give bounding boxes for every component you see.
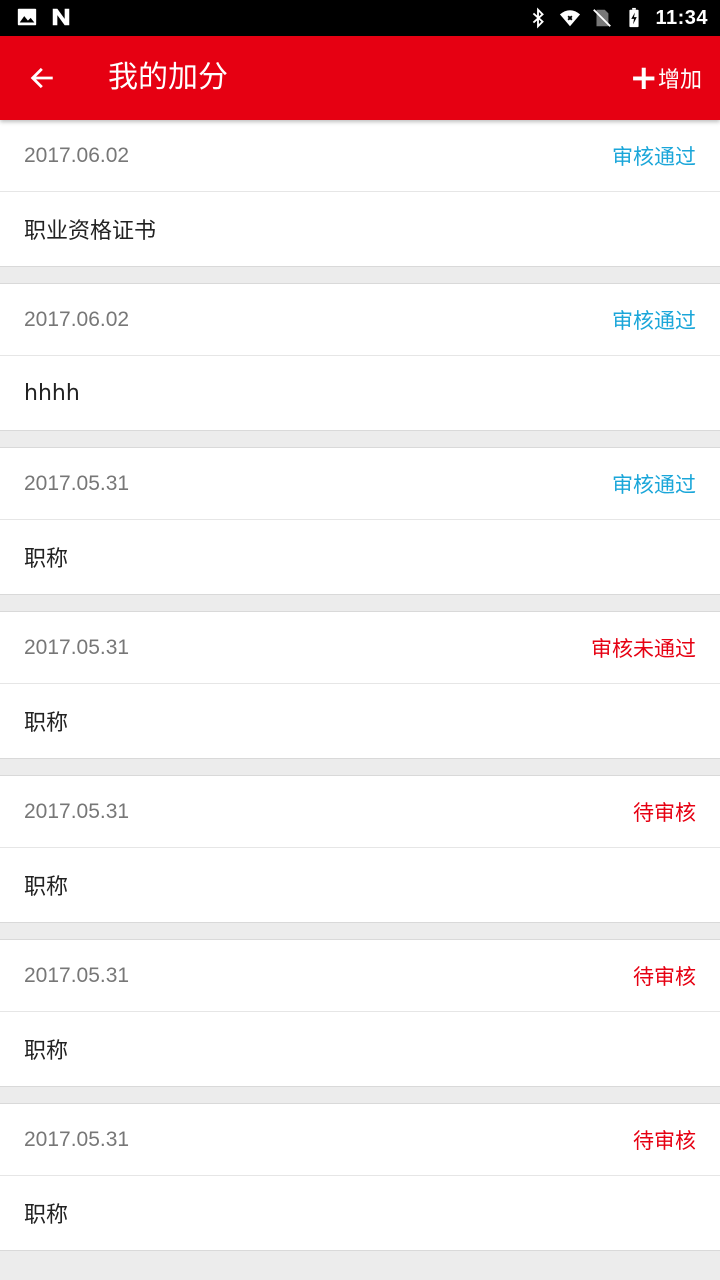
record-title: 职称 [24,547,69,572]
record-title: 职称 [24,875,69,900]
record-title: 职称 [24,1203,69,1228]
record-date: 2017.05.31 [24,1127,130,1151]
battery-charging-icon [629,7,640,28]
record-card[interactable]: 2017.05.31 审核通过 职称 [0,447,720,595]
record-status: 审核通过 [612,308,696,333]
status-bar-left [16,6,72,28]
status-bar-right: 11:34 [527,4,708,32]
record-status: 审核通过 [612,144,696,169]
image-icon [17,8,37,26]
record-header: 2017.05.31 审核未通过 [0,612,720,684]
record-header: 2017.05.31 审核通过 [0,448,720,520]
status-bar: 11:34 [0,0,720,36]
add-button-label: 增加 [657,68,702,93]
record-status: 审核通过 [612,472,696,497]
app-bar: 我的加分 + 增加 [0,36,720,120]
record-card[interactable]: 2017.06.02 审核通过 职业资格证书 [0,120,720,267]
record-header: 2017.06.02 审核通过 [0,120,720,192]
record-status: 待审核 [633,964,696,989]
plus-icon: + [629,58,658,98]
record-card[interactable]: 2017.05.31 待审核 职称 [0,775,720,923]
record-card[interactable]: 2017.05.31 待审核 职称 [0,939,720,1087]
record-list: 2017.06.02 审核通过 职业资格证书 2017.06.02 审核通过 h… [0,120,720,1267]
arrow-left-icon [30,67,53,89]
record-card[interactable]: 2017.05.31 审核未通过 职称 [0,611,720,759]
record-card[interactable]: 2017.06.02 审核通过 hhhh [0,283,720,431]
wifi-icon [560,10,581,27]
record-date: 2017.05.31 [24,471,130,495]
record-status: 待审核 [633,800,696,825]
n-logo-icon [52,8,70,26]
record-title: 职业资格证书 [24,219,157,244]
record-title: 职称 [24,711,69,736]
record-header: 2017.06.02 审核通过 [0,284,720,356]
record-header: 2017.05.31 待审核 [0,1104,720,1176]
record-status: 审核未通过 [591,636,696,661]
page-title: 我的加分 [108,60,228,95]
record-date: 2017.05.31 [24,635,130,659]
bluetooth-icon [533,7,545,29]
record-date: 2017.05.31 [24,963,130,987]
record-date: 2017.05.31 [24,799,130,823]
record-card[interactable]: 2017.05.31 待审核 职称 [0,1103,720,1251]
add-button[interactable]: + 增加 [629,58,702,98]
status-clock: 11:34 [655,6,708,29]
record-title: 职称 [24,1039,69,1064]
no-sim-icon [593,9,612,27]
back-button[interactable] [20,56,64,100]
record-date: 2017.06.02 [24,307,130,331]
record-title: hhhh [24,380,80,406]
record-header: 2017.05.31 待审核 [0,940,720,1012]
record-header: 2017.05.31 待审核 [0,776,720,848]
record-date: 2017.06.02 [24,143,130,167]
record-status: 待审核 [633,1128,696,1153]
